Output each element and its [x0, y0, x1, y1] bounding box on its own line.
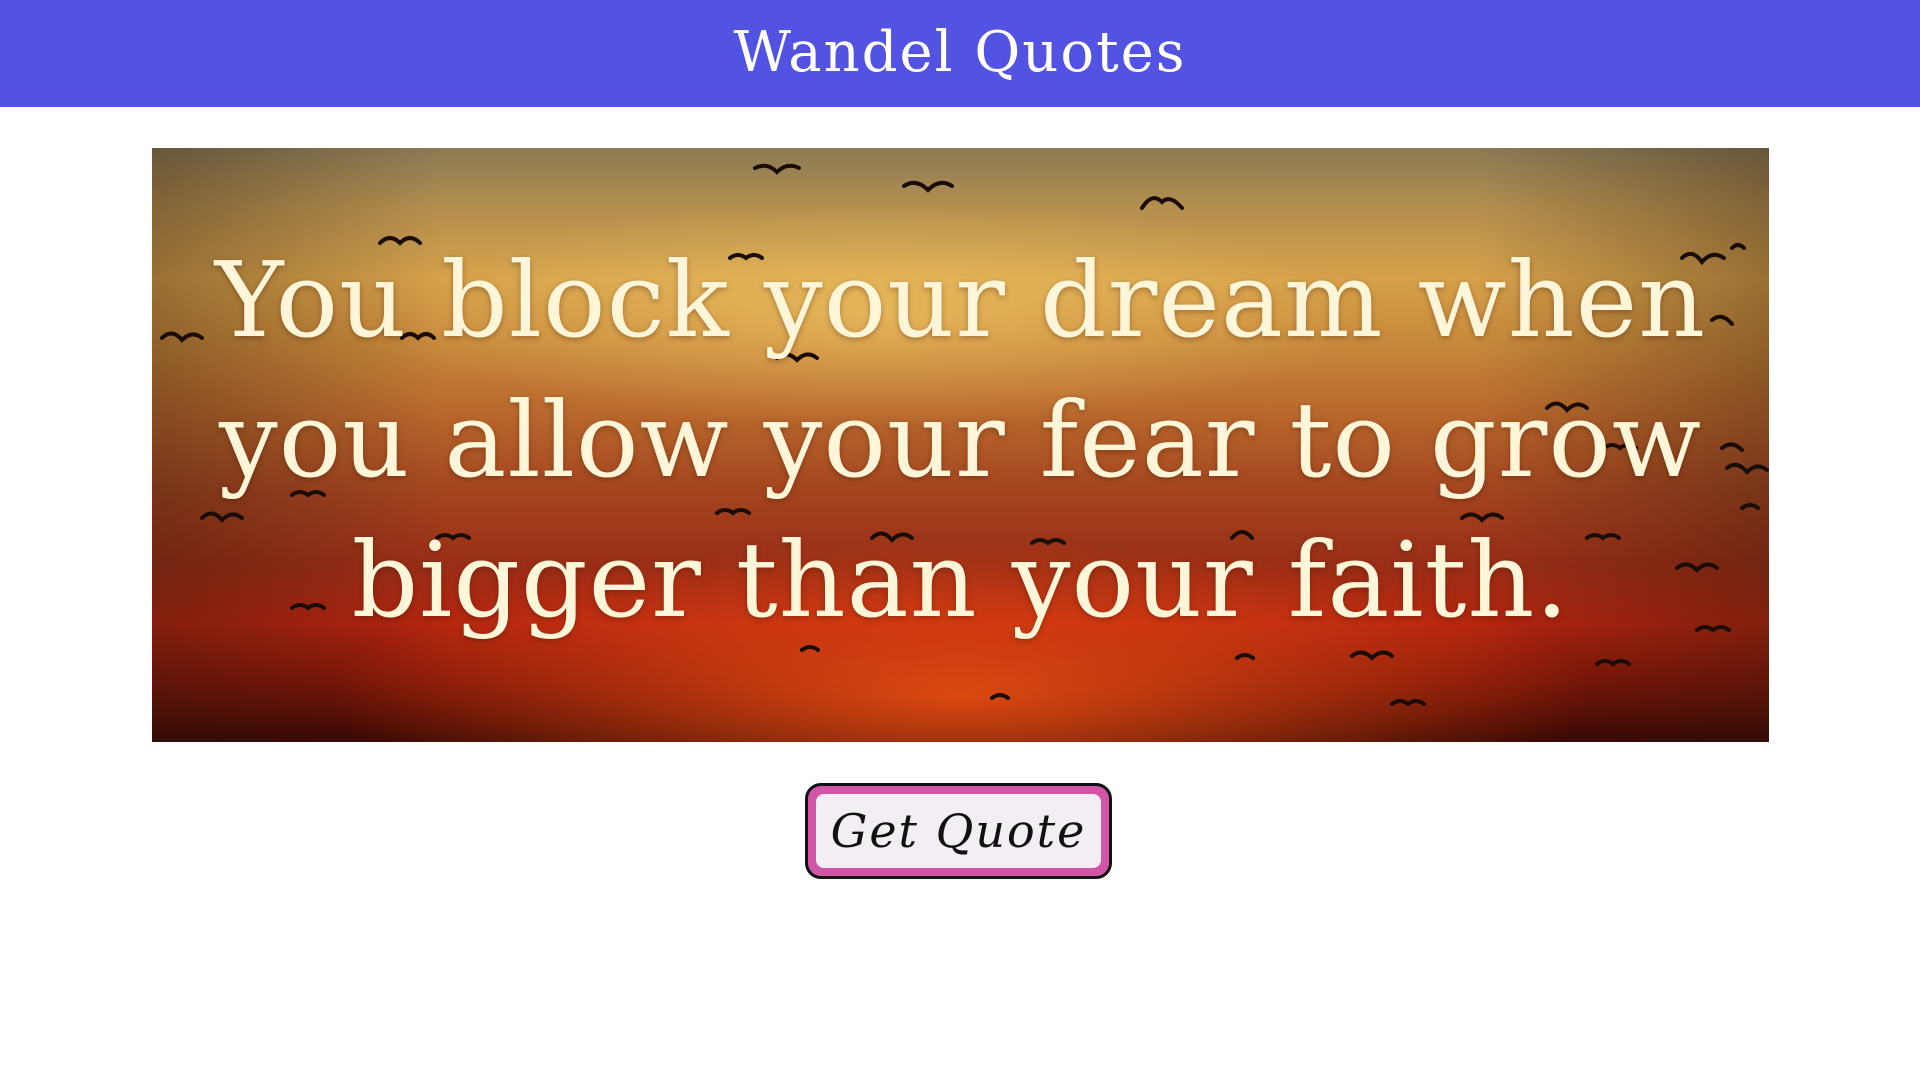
app-title: Wandel Quotes	[733, 19, 1187, 85]
quote-text: You block your dream when you allow your…	[214, 239, 1707, 641]
quote-card: You block your dream when you allow your…	[152, 148, 1769, 742]
get-quote-button[interactable]: Get Quote	[805, 783, 1112, 879]
app-header: Wandel Quotes	[0, 0, 1920, 107]
get-quote-button-label[interactable]: Get Quote	[816, 794, 1101, 868]
